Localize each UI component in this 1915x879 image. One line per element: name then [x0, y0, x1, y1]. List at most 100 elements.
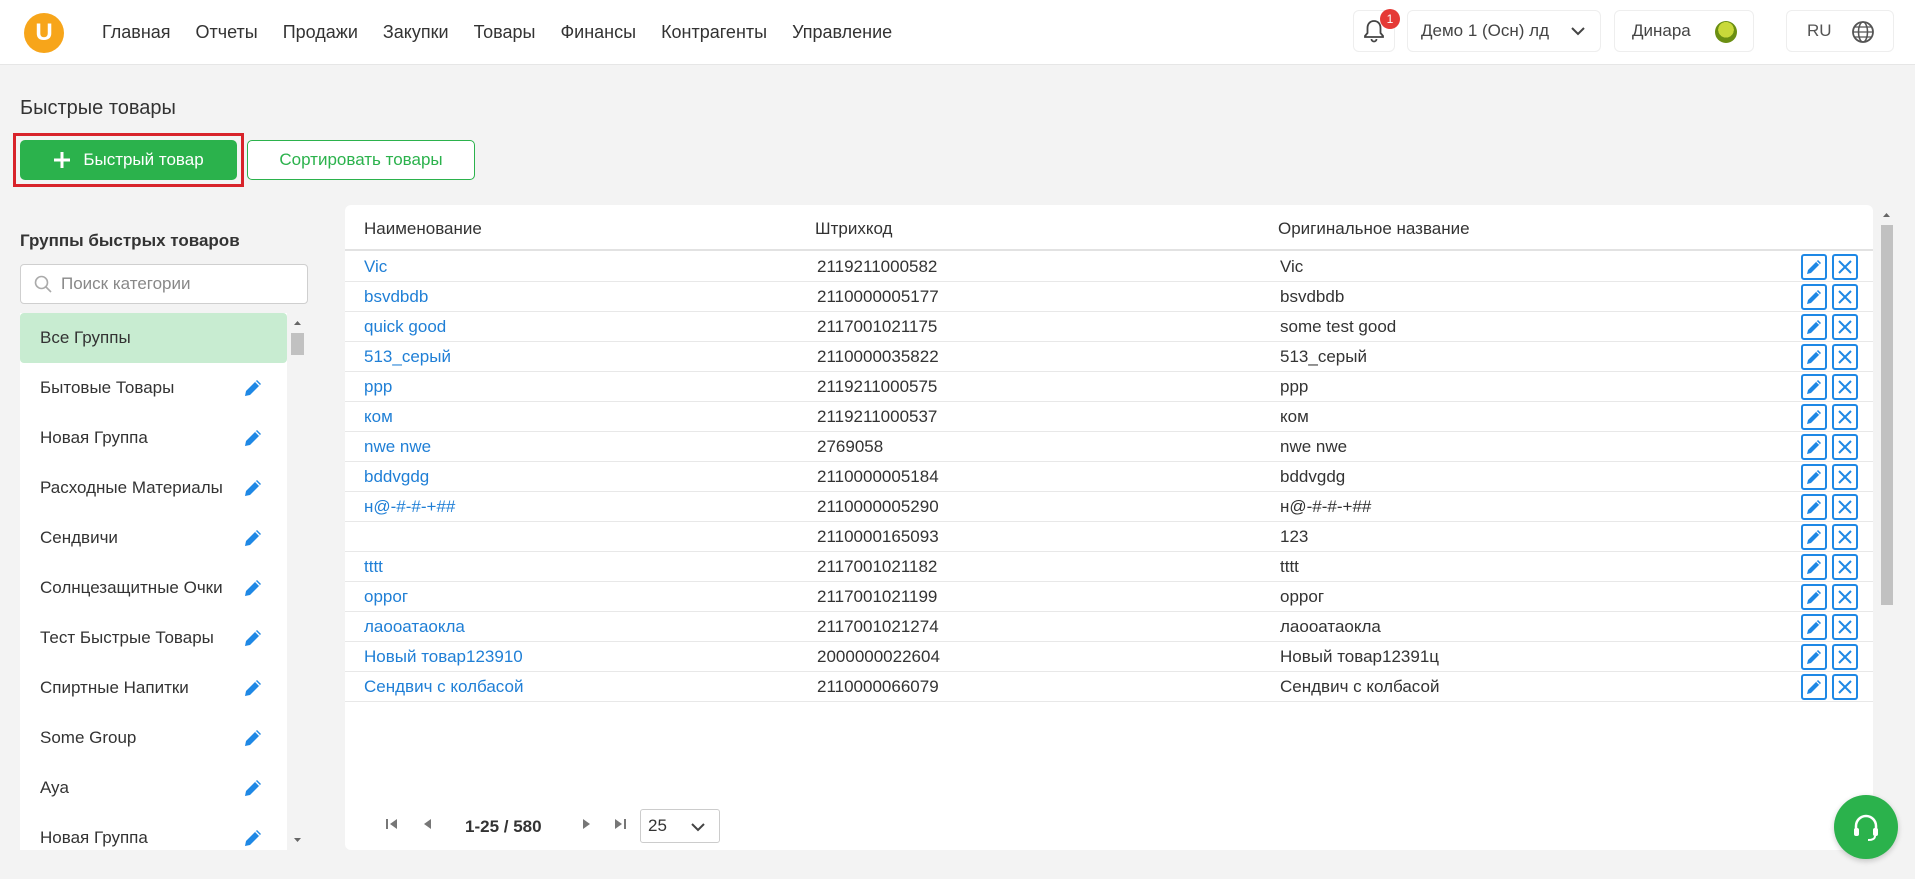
close-icon[interactable]	[1832, 614, 1858, 640]
pencil-icon[interactable]	[239, 624, 267, 652]
product-name-link[interactable]: н@-#-#-+##	[364, 497, 455, 517]
group-item[interactable]: Бытовые Товары	[20, 363, 287, 413]
language-select[interactable]: RU	[1786, 10, 1894, 52]
edit-icon[interactable]	[1801, 554, 1827, 580]
edit-icon[interactable]	[1801, 344, 1827, 370]
product-name-link[interactable]: Сендвич с колбасой	[364, 677, 523, 697]
nav-purchases[interactable]: Закупки	[383, 22, 449, 43]
product-name-link[interactable]: ком	[364, 407, 393, 427]
product-name-link[interactable]: Vic	[364, 257, 387, 277]
edit-icon[interactable]	[1801, 434, 1827, 460]
nav-finance[interactable]: Финансы	[560, 22, 636, 43]
page-scroll-thumb[interactable]	[1881, 225, 1893, 605]
product-name-link[interactable]: 513_серый	[364, 347, 451, 367]
group-item[interactable]: Aya	[20, 763, 287, 813]
product-name-link[interactable]: оррог	[364, 587, 408, 607]
product-name-link[interactable]: bddvgdg	[364, 467, 429, 487]
edit-icon[interactable]	[1801, 584, 1827, 610]
close-icon[interactable]	[1832, 374, 1858, 400]
nav-home[interactable]: Главная	[102, 22, 171, 43]
column-header-original-name[interactable]: Оригинальное название	[1278, 219, 1470, 239]
sidebar-scroll-thumb[interactable]	[291, 333, 304, 355]
scroll-down-icon[interactable]	[289, 833, 306, 847]
pencil-icon[interactable]	[239, 674, 267, 702]
scroll-up-icon[interactable]	[1878, 208, 1895, 222]
close-icon[interactable]	[1832, 674, 1858, 700]
pencil-icon[interactable]	[239, 474, 267, 502]
support-chat-button[interactable]	[1834, 795, 1898, 859]
pencil-icon[interactable]	[239, 574, 267, 602]
group-item[interactable]: Солнцезащитные Очки	[20, 563, 287, 613]
nav-products[interactable]: Товары	[474, 22, 536, 43]
pencil-icon[interactable]	[239, 724, 267, 752]
group-item[interactable]: Сендвичи	[20, 513, 287, 563]
product-name-link[interactable]: nwe nwe	[364, 437, 431, 457]
edit-icon[interactable]	[1801, 284, 1827, 310]
category-search-input[interactable]	[61, 274, 291, 294]
edit-icon[interactable]	[1801, 494, 1827, 520]
close-icon[interactable]	[1832, 434, 1858, 460]
close-icon[interactable]	[1832, 284, 1858, 310]
close-icon[interactable]	[1832, 464, 1858, 490]
group-item[interactable]: Новая Группа	[20, 413, 287, 463]
edit-icon[interactable]	[1801, 404, 1827, 430]
pencil-icon[interactable]	[239, 374, 267, 402]
pencil-icon[interactable]	[239, 424, 267, 452]
close-icon[interactable]	[1832, 314, 1858, 340]
close-icon[interactable]	[1832, 554, 1858, 580]
group-item[interactable]: Новая Группа	[20, 813, 287, 850]
nav-sales[interactable]: Продажи	[283, 22, 358, 43]
edit-icon[interactable]	[1801, 254, 1827, 280]
close-icon[interactable]	[1832, 494, 1858, 520]
chevron-down-icon	[1571, 27, 1585, 36]
add-quick-product-button[interactable]: Быстрый товар	[20, 140, 237, 180]
prev-page-icon[interactable]	[420, 816, 436, 832]
edit-icon[interactable]	[1801, 524, 1827, 550]
nav-contractors[interactable]: Контрагенты	[661, 22, 767, 43]
product-name-link[interactable]: ppp	[364, 377, 392, 397]
logo[interactable]: U	[24, 13, 64, 53]
scroll-up-icon[interactable]	[289, 316, 306, 330]
close-icon[interactable]	[1832, 404, 1858, 430]
edit-icon[interactable]	[1801, 674, 1827, 700]
group-item[interactable]: Расходные Материалы	[20, 463, 287, 513]
pencil-icon[interactable]	[239, 824, 267, 850]
column-header-name[interactable]: Наименование	[364, 219, 482, 239]
edit-icon[interactable]	[1801, 464, 1827, 490]
page-size-select[interactable]: 25	[640, 809, 720, 843]
column-header-barcode[interactable]: Штрихкод	[815, 219, 892, 239]
group-item[interactable]: Спиртные Напитки	[20, 663, 287, 713]
notifications-button[interactable]: 1	[1353, 9, 1400, 52]
edit-icon[interactable]	[1801, 644, 1827, 670]
group-item[interactable]: Some Group	[20, 713, 287, 763]
edit-icon[interactable]	[1801, 614, 1827, 640]
last-page-icon[interactable]	[612, 816, 628, 832]
pencil-icon[interactable]	[239, 774, 267, 802]
close-icon[interactable]	[1832, 644, 1858, 670]
group-item[interactable]: Тест Быстрые Товары	[20, 613, 287, 663]
close-icon[interactable]	[1832, 584, 1858, 610]
product-name-link[interactable]: quick good	[364, 317, 446, 337]
sort-products-label: Сортировать товары	[279, 150, 443, 169]
next-page-icon[interactable]	[578, 816, 594, 832]
sort-products-button[interactable]: Сортировать товары	[247, 140, 475, 180]
product-name-link[interactable]: bsvdbdb	[364, 287, 428, 307]
store-select[interactable]: Демо 1 (Осн) лд	[1407, 10, 1601, 52]
sidebar-scrollbar[interactable]	[289, 313, 306, 850]
close-icon[interactable]	[1832, 344, 1858, 370]
product-name-link[interactable]: tttt	[364, 557, 383, 577]
first-page-icon[interactable]	[384, 816, 400, 832]
user-menu[interactable]: Динара	[1614, 10, 1754, 52]
group-item-all[interactable]: Все Группы	[20, 313, 287, 363]
nav-management[interactable]: Управление	[792, 22, 892, 43]
product-name-link[interactable]: Новый товар123910	[364, 647, 523, 667]
nav-reports[interactable]: Отчеты	[196, 22, 258, 43]
product-name-link[interactable]: лаооатаокла	[364, 617, 465, 637]
page-scrollbar[interactable]	[1878, 205, 1895, 850]
close-icon[interactable]	[1832, 524, 1858, 550]
close-icon[interactable]	[1832, 254, 1858, 280]
edit-icon[interactable]	[1801, 314, 1827, 340]
edit-icon[interactable]	[1801, 374, 1827, 400]
product-original-name: some test good	[1280, 317, 1397, 336]
pencil-icon[interactable]	[239, 524, 267, 552]
